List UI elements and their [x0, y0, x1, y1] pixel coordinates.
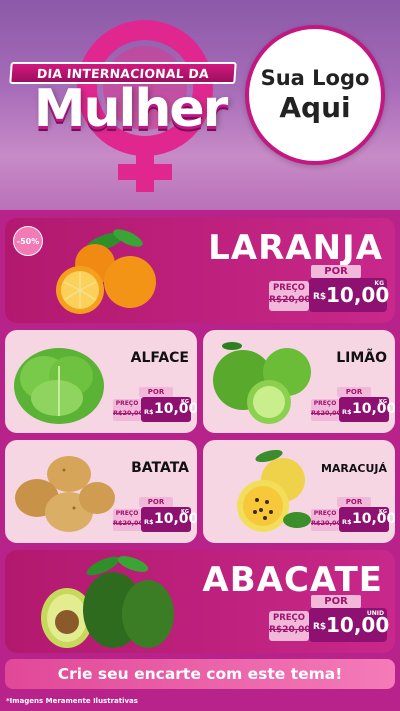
- avocado-icon: [41, 556, 174, 648]
- product-name: ABACATE: [202, 560, 383, 600]
- product-card-batata[interactable]: BATATA POR PREÇO R$20,00 R$ 10,00 KG: [5, 440, 197, 543]
- currency: R$: [342, 518, 352, 526]
- preco-label: PREÇO: [272, 613, 306, 623]
- old-price-box: PREÇO R$20,00: [113, 399, 144, 421]
- por-label: POR: [337, 387, 371, 397]
- old-price-box: PREÇO R$20,00: [269, 611, 311, 641]
- old-price: R$20,00: [311, 409, 342, 417]
- product-card-abacate[interactable]: ABACATE POR PREÇO R$20,00 R$ 10,00 UNID: [5, 550, 395, 653]
- discount-badge: -50%: [13, 226, 43, 256]
- old-price-box: PREÇO R$20,00: [113, 509, 144, 531]
- event-title: DIA INTERNACIONAL DA Mulher: [9, 62, 240, 142]
- price-tag: POR PREÇO R$20,00 R$ 10,00 UNID: [269, 595, 389, 647]
- product-name: LIMÃO: [336, 350, 387, 366]
- unit: KG: [374, 280, 384, 287]
- price-value: 10,00: [352, 401, 395, 417]
- product-card-laranja[interactable]: -50% LARANJA POR PREÇO R$20,00 R$ 10,00: [5, 218, 395, 323]
- price-value: 10,00: [352, 511, 395, 527]
- logo-placeholder[interactable]: Sua Logo Aqui: [245, 25, 385, 165]
- product-card-alface[interactable]: ALFACE POR PREÇO R$20,00 R$ 10,00 KG: [5, 330, 197, 433]
- unit: KG: [181, 399, 189, 405]
- logo-line1: Sua Logo: [260, 66, 370, 90]
- unit: KG: [379, 509, 387, 515]
- preco-label: PREÇO: [313, 400, 337, 407]
- new-price-box: R$ 10,00 KG: [309, 278, 389, 312]
- potato-icon: [15, 456, 115, 532]
- price-tag: POR PREÇO R$20,00 R$ 10,00 KG: [269, 265, 389, 317]
- old-price-box: PREÇO R$20,00: [269, 281, 311, 311]
- new-price-box: R$ 10,00 KG: [141, 507, 197, 532]
- new-price-box: R$ 10,00 UNID: [309, 608, 389, 642]
- currency: R$: [342, 408, 352, 416]
- por-label: POR: [337, 497, 371, 507]
- product-card-maracuja[interactable]: MARACUJÁ POR PREÇO R$20,00 R$ 10,00 KG: [203, 440, 395, 543]
- unit: KG: [181, 509, 189, 515]
- old-price-box: PREÇO R$20,00: [311, 399, 342, 421]
- currency: R$: [313, 622, 327, 632]
- price-tag: POR PREÇO R$20,00 R$ 10,00 KG: [311, 387, 395, 425]
- old-price-box: PREÇO R$20,00: [311, 509, 342, 531]
- por-label: POR: [139, 497, 173, 507]
- lime-icon: [213, 342, 311, 424]
- product-name: LARANJA: [208, 228, 383, 268]
- product-name: MARACUJÁ: [320, 462, 387, 475]
- new-price-box: R$ 10,00 KG: [141, 397, 197, 422]
- unit: UNID: [366, 610, 384, 617]
- preco-label: PREÇO: [115, 400, 139, 407]
- currency: R$: [144, 518, 154, 526]
- preco-label: PREÇO: [313, 510, 337, 517]
- lettuce-icon: [14, 348, 104, 424]
- product-name: ALFACE: [130, 350, 189, 366]
- title-big: Mulher: [33, 79, 229, 139]
- price-tag: POR PREÇO R$20,00 R$ 10,00 KG: [311, 497, 395, 535]
- old-price: R$20,00: [113, 519, 144, 527]
- footnote: *Imagens Meramente Ilustrativas: [6, 697, 138, 705]
- passion-fruit-icon: [237, 449, 311, 532]
- header: DIA INTERNACIONAL DA Mulher Sua Logo Aqu…: [0, 0, 400, 210]
- new-price-box: R$ 10,00 KG: [339, 507, 395, 532]
- price-value: 10,00: [154, 511, 197, 527]
- price-tag: POR PREÇO R$20,00 R$ 10,00 KG: [113, 387, 197, 425]
- old-price: R$20,00: [269, 625, 311, 635]
- unit: KG: [379, 399, 387, 405]
- por-label: POR: [311, 595, 361, 608]
- flyer: DIA INTERNACIONAL DA Mulher Sua Logo Aqu…: [0, 0, 400, 711]
- old-price: R$20,00: [311, 519, 342, 527]
- por-label: POR: [139, 387, 173, 397]
- price-value: 10,00: [154, 401, 197, 417]
- old-price: R$20,00: [269, 295, 311, 305]
- currency: R$: [144, 408, 154, 416]
- product-name: BATATA: [131, 460, 189, 476]
- cta-banner[interactable]: Crie seu encarte com este tema!: [5, 659, 395, 689]
- price-tag: POR PREÇO R$20,00 R$ 10,00 KG: [113, 497, 197, 535]
- orange-icon: [56, 229, 156, 314]
- currency: R$: [313, 292, 327, 302]
- product-card-limao[interactable]: LIMÃO POR PREÇO R$20,00 R$ 10,00 KG: [203, 330, 395, 433]
- new-price-box: R$ 10,00 KG: [339, 397, 395, 422]
- preco-label: PREÇO: [272, 283, 306, 293]
- logo-line2: Aqui: [279, 91, 351, 124]
- por-label: POR: [311, 265, 361, 278]
- preco-label: PREÇO: [115, 510, 139, 517]
- old-price: R$20,00: [113, 409, 144, 417]
